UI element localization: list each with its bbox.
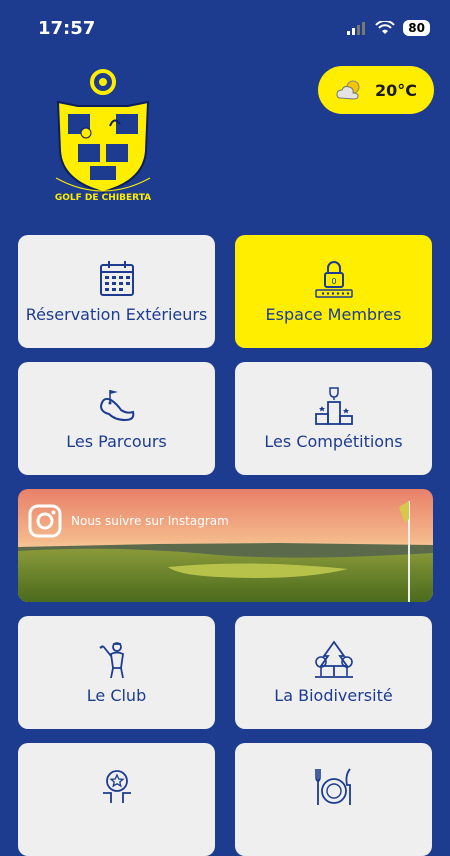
instagram-icon bbox=[28, 504, 62, 538]
tile-le-club[interactable]: Le Club bbox=[18, 616, 215, 729]
tile-reservation-exterieurs[interactable]: Réservation Extérieurs bbox=[18, 235, 215, 348]
instagram-banner[interactable]: Nous suivre sur Instagram bbox=[18, 489, 433, 602]
signal-icon bbox=[347, 22, 366, 35]
tile-la-biodiversite[interactable]: La Biodiversité bbox=[235, 616, 432, 729]
golfer-icon bbox=[98, 642, 124, 679]
tile-label: Espace Membres bbox=[265, 305, 402, 324]
tile-espace-membres[interactable]: 0 Espace Membres bbox=[235, 235, 432, 348]
status-icons: 80 bbox=[347, 20, 430, 36]
restaurant-icon bbox=[314, 768, 351, 805]
status-time: 17:57 bbox=[38, 18, 96, 39]
temperature-value: 20°C bbox=[374, 80, 417, 100]
tile-label: La Biodiversité bbox=[274, 686, 393, 705]
trees-icon bbox=[314, 640, 353, 678]
battery-indicator: 80 bbox=[403, 20, 430, 36]
golf-course-icon bbox=[99, 390, 134, 422]
award-medal-icon bbox=[102, 770, 131, 803]
status-bar: 17:57 80 bbox=[0, 0, 450, 56]
podium-icon bbox=[314, 387, 353, 425]
partly-cloudy-icon bbox=[336, 80, 360, 100]
golf-landscape-photo bbox=[18, 489, 433, 602]
calendar-icon bbox=[99, 261, 134, 296]
padlock-icon: 0 bbox=[314, 261, 353, 298]
club-crest-logo: GOLF DE CHIBERTA bbox=[55, 69, 151, 203]
tile-label: Le Club bbox=[86, 686, 147, 705]
wifi-icon bbox=[375, 21, 396, 34]
crest-text: GOLF DE CHIBERTA bbox=[55, 193, 151, 203]
tile-label: Les Compétitions bbox=[264, 432, 403, 451]
weather-widget[interactable]: 20°C bbox=[318, 66, 434, 114]
tile-label: Les Parcours bbox=[66, 432, 167, 451]
svg-text:0: 0 bbox=[331, 277, 336, 286]
tile-les-competitions[interactable]: Les Compétitions bbox=[235, 362, 432, 475]
tile-les-parcours[interactable]: Les Parcours bbox=[18, 362, 215, 475]
instagram-label: Nous suivre sur Instagram bbox=[71, 514, 229, 528]
tile-label: Réservation Extérieurs bbox=[25, 305, 208, 324]
